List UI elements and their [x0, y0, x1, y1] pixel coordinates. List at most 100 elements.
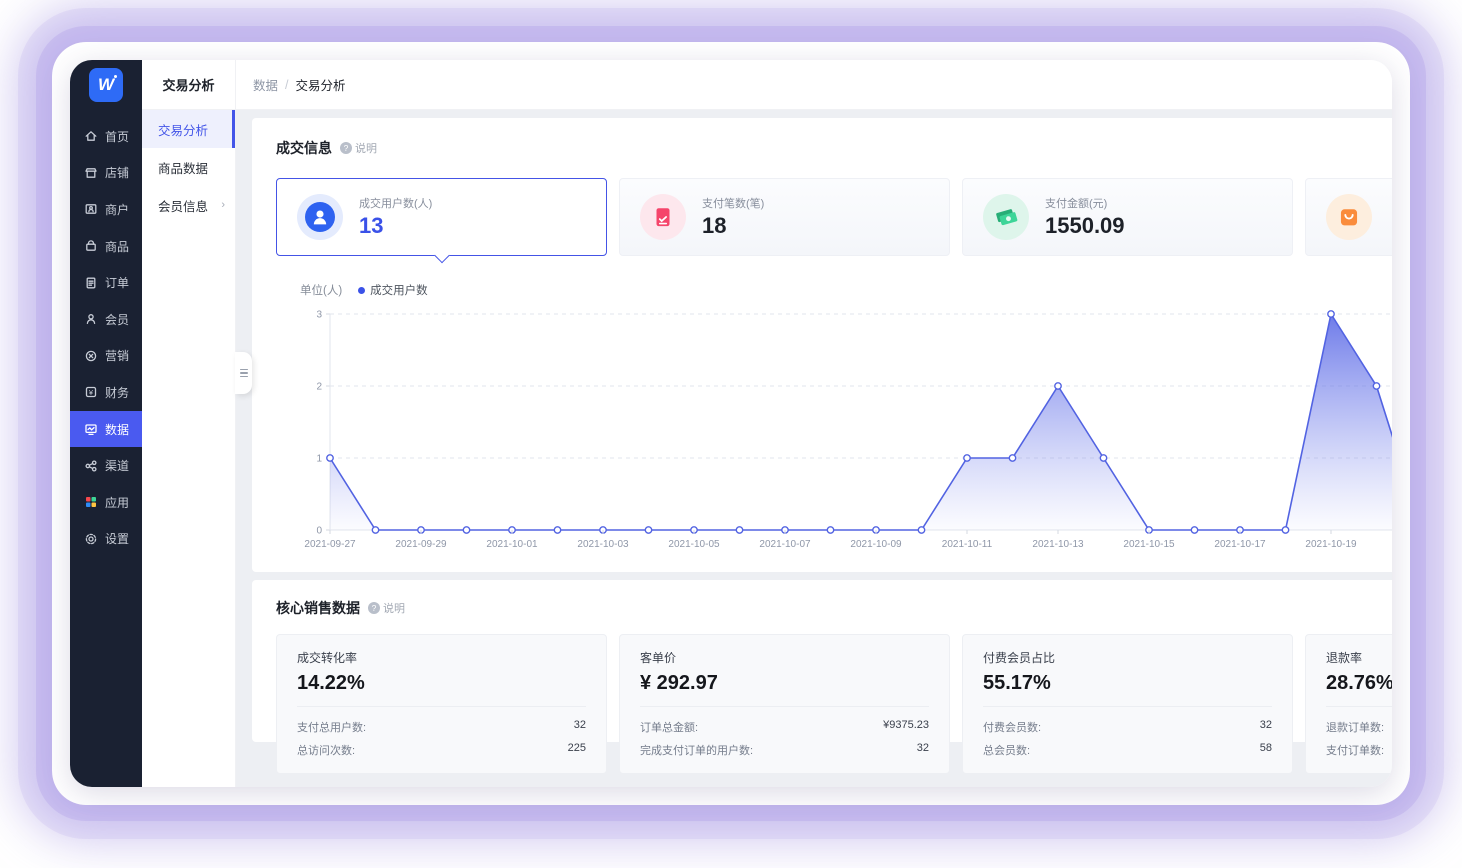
sidebar-item-label: 数据 [105, 422, 130, 437]
primary-sidebar: W 首页 店铺商户商品订单 会员 营销 ¥ 财务数据渠道应用设置 [70, 60, 142, 787]
member-icon [83, 311, 99, 327]
channel-icon [83, 458, 99, 474]
breadcrumb-separator: / [285, 77, 289, 92]
sidebar-item-label: 应用 [105, 495, 130, 510]
stat-card-label: 支付金额(元) [1045, 198, 1108, 210]
legend-dot-icon [358, 286, 366, 294]
metric-detail-row: 付费会员数: 32 [983, 715, 1272, 738]
data-icon [83, 421, 99, 437]
deal-info-help[interactable]: ? 说明 [340, 140, 377, 156]
stat-card-pay-count[interactable]: 支付笔数(笔) 18 [619, 178, 950, 256]
sidebar-item-label: 设置 [105, 532, 130, 547]
sidebar-item-data[interactable]: 数据 [70, 410, 142, 448]
metric-card-value: 28.76% [1326, 672, 1392, 694]
logo-wrap: W [70, 60, 142, 110]
svg-text:2021-09-27: 2021-09-27 [304, 539, 356, 550]
order-icon [83, 275, 99, 291]
sidebar-item-marketing[interactable]: 营销 [70, 338, 142, 375]
app-logo[interactable]: W [89, 68, 123, 102]
svg-text:2021-10-03: 2021-10-03 [577, 539, 629, 550]
metric-detail-label: 订单总金额: [640, 721, 699, 734]
logo-dot [114, 75, 117, 78]
stat-card-deal-users[interactable]: 成交用户数(人) 13 [276, 178, 607, 256]
submenu-item-goods-data[interactable]: 商品数据 [142, 148, 235, 186]
stat-card-clipped-card[interactable] [1305, 178, 1392, 256]
metric-detail-row: 退款订单数: [1326, 715, 1392, 738]
deal-info-panel: 成交信息 ? 说明 成交用户数(人) 13 支付笔数(笔) 18 支付金额(元) 1550… [252, 118, 1392, 572]
sidebar-item-label: 渠道 [105, 459, 130, 474]
submenu-item-member-info[interactable]: 会员信息 › [142, 186, 235, 224]
core-sales-help[interactable]: ? 说明 [368, 600, 405, 616]
sidebar-item-apps[interactable]: 应用 [70, 484, 142, 521]
metric-detail-row: 总访问次数: 225 [297, 738, 586, 761]
svg-text:0: 0 [316, 526, 322, 537]
svg-text:2021-10-13: 2021-10-13 [1032, 539, 1084, 550]
divider [983, 706, 1272, 707]
submenu-item-label: 商品数据 [158, 161, 209, 176]
divider [297, 706, 586, 707]
goods-icon [83, 238, 99, 254]
metric-detail-row: 总会员数: 58 [983, 738, 1272, 761]
topbar: 数据 / 交易分析 [236, 60, 1392, 110]
submenu-item-label: 交易分析 [158, 123, 209, 138]
stat-card-value: 1550.09 [1045, 213, 1125, 238]
chart-header: 单位(人) 成交用户数 [300, 282, 1392, 298]
metric-detail-row: 支付订单数: [1326, 738, 1392, 761]
money-stat-icon [983, 194, 1029, 240]
sidebar-item-settings[interactable]: 设置 [70, 521, 142, 558]
submenu-list: 交易分析商品数据会员信息 › [142, 110, 235, 224]
hamburger-icon [239, 368, 248, 371]
sidebar-item-channel[interactable]: 渠道 [70, 447, 142, 484]
stat-card-row: 成交用户数(人) 13 支付笔数(笔) 18 支付金额(元) 1550.09 [276, 178, 1392, 256]
finance-icon: ¥ [83, 384, 99, 400]
sidebar-item-label: 商户 [105, 202, 130, 217]
metric-card-value: ¥ 292.97 [640, 672, 718, 694]
svg-text:1: 1 [316, 454, 322, 465]
metric-card-title: 成交转化率 [297, 651, 358, 665]
marketing-icon [83, 348, 99, 364]
metric-detail-value: 58 [1259, 741, 1272, 754]
submenu-item-trade-analysis[interactable]: 交易分析 [142, 110, 235, 148]
bag-stat-icon [1326, 194, 1372, 240]
metric-card-refund-rate: 退款率 28.76% 退款订单数: 支付订单数: [1305, 634, 1392, 774]
svg-text:2021-10-05: 2021-10-05 [668, 539, 720, 550]
metric-detail-label: 总会员数: [983, 744, 1031, 757]
merchant-icon [83, 201, 99, 217]
core-sales-title: 核心销售数据 [276, 600, 360, 616]
home-icon [83, 128, 99, 144]
breadcrumb-current: 交易分析 [295, 79, 346, 93]
metric-card-value: 14.22% [297, 672, 365, 694]
sidebar-item-finance[interactable]: ¥ 财务 [70, 374, 142, 411]
sidebar-item-members[interactable]: 会员 [70, 301, 142, 338]
metric-detail-label: 总访问次数: [297, 744, 356, 757]
sidebar-item-goods[interactable]: 商品 [70, 228, 142, 265]
metric-detail-label: 完成支付订单的用户数: [640, 744, 754, 757]
svg-text:2021-10-19: 2021-10-19 [1305, 539, 1357, 550]
sidebar-item-merchant[interactable]: 商户 [70, 191, 142, 228]
legend-label: 成交用户数 [370, 285, 428, 297]
settings-icon [83, 531, 99, 547]
metric-detail-row: 订单总金额: ¥9375.23 [640, 715, 929, 738]
core-sales-panel: 核心销售数据 ? 说明 成交转化率 14.22% 支付总用户数: 32 总访问次数: 22… [252, 580, 1392, 774]
sidebar-item-shop[interactable]: 店铺 [70, 155, 142, 192]
metric-detail-row: 支付总用户数: 32 [297, 715, 586, 738]
stat-card-value: 18 [702, 213, 727, 238]
stat-card-pay-amount[interactable]: 支付金额(元) 1550.09 [962, 178, 1293, 256]
metric-detail-value: 225 [567, 741, 586, 754]
svg-text:2021-09-29: 2021-09-29 [395, 539, 447, 550]
sidebar-collapse-handle[interactable] [235, 352, 252, 394]
svg-text:2021-10-01: 2021-10-01 [486, 539, 538, 550]
legend-item[interactable]: 成交用户数 [358, 282, 428, 298]
metric-card-title: 客单价 [640, 651, 677, 665]
secondary-sidebar: 交易分析 交易分析商品数据会员信息 › [142, 60, 252, 787]
sidebar-item-label: 商品 [105, 239, 130, 254]
area-chart: 0 1 2 3 2021-09-27 2021-09-29 2021-10-01 2021-1… [304, 310, 1392, 550]
breadcrumb-section[interactable]: 数据 [253, 75, 278, 94]
sidebar-item-home[interactable]: 首页 [70, 118, 142, 155]
metric-detail-value: 32 [1259, 718, 1272, 731]
divider [640, 706, 929, 707]
y-axis-unit-label: 单位(人) [300, 285, 343, 297]
sidebar-item-orders[interactable]: 订单 [70, 264, 142, 301]
bill-stat-icon [640, 194, 686, 240]
sidebar-item-label: 财务 [105, 385, 130, 400]
